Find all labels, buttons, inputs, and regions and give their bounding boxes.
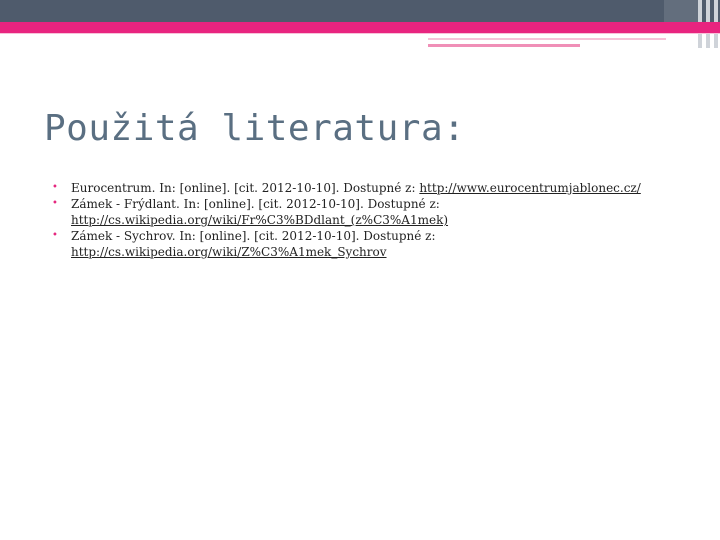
reference-item: • Zámek - Frýdlant. In: [online]. [cit. … <box>52 196 692 228</box>
accent-bar <box>0 22 720 33</box>
bullet-icon: • <box>52 182 58 193</box>
reference-text: Zámek - Sychrov. In: [online]. [cit. 201… <box>71 229 436 243</box>
accent-line <box>428 38 666 40</box>
header-band-block <box>664 0 698 22</box>
slide-title: Použitá literatura: <box>44 108 466 149</box>
reference-link[interactable]: http://cs.wikipedia.org/wiki/Z%C3%A1mek_… <box>71 245 387 259</box>
reference-link[interactable]: http://www.eurocentrumjablonec.cz/ <box>419 181 640 195</box>
header-band <box>0 0 720 22</box>
bullet-icon: • <box>52 230 58 241</box>
accent-bar-edge <box>0 33 720 34</box>
reference-text: Eurocentrum. In: [online]. [cit. 2012-10… <box>71 181 420 195</box>
reference-link[interactable]: http://cs.wikipedia.org/wiki/Fr%C3%BDdla… <box>71 213 448 227</box>
bullet-icon: • <box>52 198 58 209</box>
reference-text: Zámek - Frýdlant. In: [online]. [cit. 20… <box>71 197 440 211</box>
accent-line <box>428 44 580 47</box>
reference-item: • Eurocentrum. In: [online]. [cit. 2012-… <box>52 180 692 196</box>
reference-item: • Zámek - Sychrov. In: [online]. [cit. 2… <box>52 228 692 260</box>
reference-list: • Eurocentrum. In: [online]. [cit. 2012-… <box>52 180 692 260</box>
